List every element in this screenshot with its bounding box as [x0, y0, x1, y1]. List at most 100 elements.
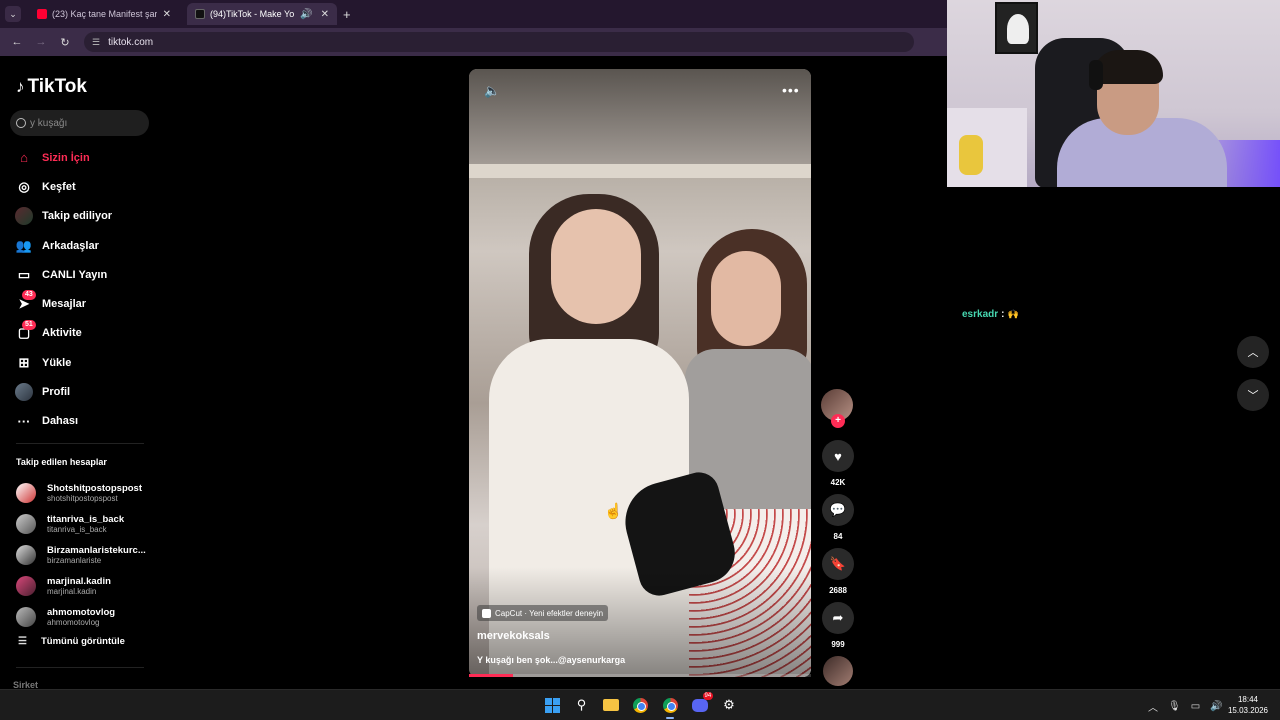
- system-tray: ︿ 🎙 ▭ 🔊: [1148, 699, 1233, 714]
- tab-search-chevron-icon[interactable]: ⌄: [5, 6, 21, 22]
- next-video-button[interactable]: ﹀: [1237, 379, 1269, 411]
- chevron-down-icon: ﹀: [1247, 390, 1259, 402]
- nav-item-live[interactable]: ▭ CANLI Yayın: [0, 260, 160, 289]
- nav-label: Yükle: [42, 356, 72, 369]
- sidebar-divider: [16, 667, 144, 668]
- share-icon[interactable]: ➦: [822, 602, 854, 634]
- windows-start-icon[interactable]: [541, 694, 563, 716]
- clock-date: 15.03.2026: [1227, 706, 1269, 715]
- tray-overflow-icon[interactable]: ︿: [1148, 699, 1158, 714]
- new-tab-button[interactable]: +: [343, 7, 351, 22]
- forward-icon[interactable]: →: [34, 36, 48, 48]
- nav-item-more[interactable]: ··· Dahası: [0, 407, 160, 436]
- avatar: [16, 606, 36, 627]
- video-author[interactable]: mervekoksals: [477, 630, 550, 642]
- avatar: [16, 514, 36, 535]
- video-player[interactable]: [469, 69, 811, 677]
- comment-count: 84: [833, 532, 843, 541]
- headset-icon: [1089, 60, 1103, 90]
- nav-label: Mesajlar: [42, 298, 87, 311]
- previous-video-button[interactable]: ︿: [1237, 336, 1269, 368]
- bookmark-icon[interactable]: 🔖: [822, 548, 854, 580]
- nav-item-activity[interactable]: ▢ 51 Aktivite: [0, 319, 160, 348]
- following-account-item[interactable]: marjinal.kadin marjinal.kadin: [16, 570, 156, 601]
- search-icon[interactable]: ⚲: [571, 694, 593, 716]
- following-account-item[interactable]: Birzamanlaristekurc... birzamanlariste: [16, 540, 156, 571]
- tab-youtube[interactable]: (23) Kaç tane Manifest şarkısı b ✕: [29, 3, 179, 25]
- capcut-label: CapCut · Yeni efektler deneyin: [495, 608, 604, 618]
- nav-label: CANLI Yayın: [42, 268, 108, 281]
- speaker-icon[interactable]: 🔊: [300, 9, 312, 20]
- chrome-active-icon[interactable]: [659, 694, 681, 719]
- chat-separator: :: [1001, 309, 1005, 320]
- discord-icon[interactable]: 94: [689, 692, 714, 716]
- hand-cursor-icon: ☝: [604, 503, 623, 520]
- avatar: [16, 483, 36, 504]
- avatar: [16, 575, 36, 596]
- share-action[interactable]: ➦ 999: [821, 602, 855, 650]
- microphone-icon[interactable]: 🎙: [1168, 701, 1181, 712]
- chrome-icon[interactable]: [630, 694, 652, 716]
- url-field[interactable]: ☰ tiktok.com: [84, 32, 914, 52]
- nav-item-upload[interactable]: ⊞ Yükle: [0, 348, 160, 377]
- discord-badge: 94: [702, 692, 714, 700]
- following-account-item[interactable]: ahmomotovlog ahmomotovlog: [16, 601, 156, 632]
- nav-item-for-you[interactable]: ⌂ Sizin İçin: [0, 143, 160, 172]
- browser-tab-bar: ⌄ (23) Kaç tane Manifest şarkısı b ✕ (94…: [0, 0, 947, 28]
- following-account-item[interactable]: Shotshitpostopspost shotshitpostopspost: [16, 478, 156, 509]
- messages-badge: 43: [22, 290, 36, 301]
- network-icon[interactable]: ▭: [1191, 701, 1200, 712]
- follow-plus-icon[interactable]: +: [831, 414, 845, 428]
- nav-label: Aktivite: [42, 327, 82, 340]
- back-icon[interactable]: ←: [10, 36, 24, 48]
- account-name: titanriva_is_back: [47, 514, 125, 526]
- capcut-tag[interactable]: CapCut · Yeni efektler deneyin: [477, 605, 609, 621]
- site-info-icon[interactable]: ☰: [92, 37, 100, 48]
- see-all-label: Tümünü görüntüle: [40, 636, 125, 647]
- tab-title: (23) Kaç tane Manifest şarkısı b: [52, 9, 157, 19]
- chat-emote: 🙌: [1007, 309, 1019, 319]
- comment-action[interactable]: 💬 84: [821, 494, 855, 542]
- search-value: y kuşağı: [30, 117, 68, 129]
- tab-tiktok[interactable]: (94)TikTok - Make Your Day 🔊 ✕: [187, 3, 337, 25]
- live-tv-icon: ▭: [17, 266, 31, 282]
- comment-icon[interactable]: 💬: [822, 494, 854, 526]
- see-all-button[interactable]: ☰ Tümünü görüntüle: [18, 636, 125, 647]
- video-frame-wall: [469, 69, 811, 164]
- save-action[interactable]: 🔖 2688: [821, 548, 855, 596]
- account-name: Birzamanlaristekurc...: [47, 544, 146, 556]
- account-username: shotshitpostopspost: [47, 494, 118, 504]
- volume-icon[interactable]: 🔊: [1210, 701, 1222, 712]
- tiktok-logo[interactable]: ♪ TikTok: [16, 76, 87, 98]
- music-disc-icon[interactable]: [823, 656, 853, 686]
- search-icon: [16, 118, 26, 128]
- close-tab-icon[interactable]: ✕: [163, 9, 171, 20]
- video-description[interactable]: Y kuşağı ben şok...@aysenurkarga: [477, 655, 625, 665]
- more-options-icon[interactable]: •••: [782, 82, 800, 98]
- nav-item-following[interactable]: Takip ediliyor: [0, 202, 160, 231]
- clock[interactable]: 18:44 15.03.2026: [1222, 694, 1274, 716]
- poster: [995, 2, 1038, 54]
- reload-icon[interactable]: ↻: [58, 36, 72, 49]
- close-tab-icon[interactable]: ✕: [321, 9, 329, 20]
- profile-avatar-icon: [15, 383, 33, 402]
- nav-item-profile[interactable]: Profil: [0, 377, 160, 406]
- following-account-item[interactable]: titanriva_is_back titanriva_is_back: [16, 509, 156, 540]
- more-dots-icon: ···: [17, 413, 31, 429]
- steam-icon[interactable]: ⚙: [718, 694, 740, 716]
- volume-icon[interactable]: 🔈: [484, 83, 500, 99]
- video-progress-bar[interactable]: [469, 674, 811, 677]
- home-icon: ⌂: [20, 150, 28, 166]
- video-actions: + ♥ 42K 💬 84 🔖 2688 ➦ 999: [821, 389, 855, 686]
- creator-avatar[interactable]: +: [821, 389, 853, 428]
- nav-item-messages[interactable]: ➤ 43 Mesajlar: [0, 289, 160, 318]
- account-name: Shotshitpostopspost: [47, 483, 142, 495]
- share-count: 999: [831, 640, 845, 649]
- like-action[interactable]: ♥ 42K: [821, 440, 855, 488]
- nav-item-explore[interactable]: ◎ Keşfet: [0, 172, 160, 201]
- search-input[interactable]: y kuşağı: [10, 110, 149, 136]
- file-explorer-icon[interactable]: [600, 694, 622, 716]
- account-name: marjinal.kadin: [47, 575, 111, 587]
- nav-item-friends[interactable]: 👥 Arkadaşlar: [0, 231, 160, 260]
- heart-icon[interactable]: ♥: [822, 440, 854, 472]
